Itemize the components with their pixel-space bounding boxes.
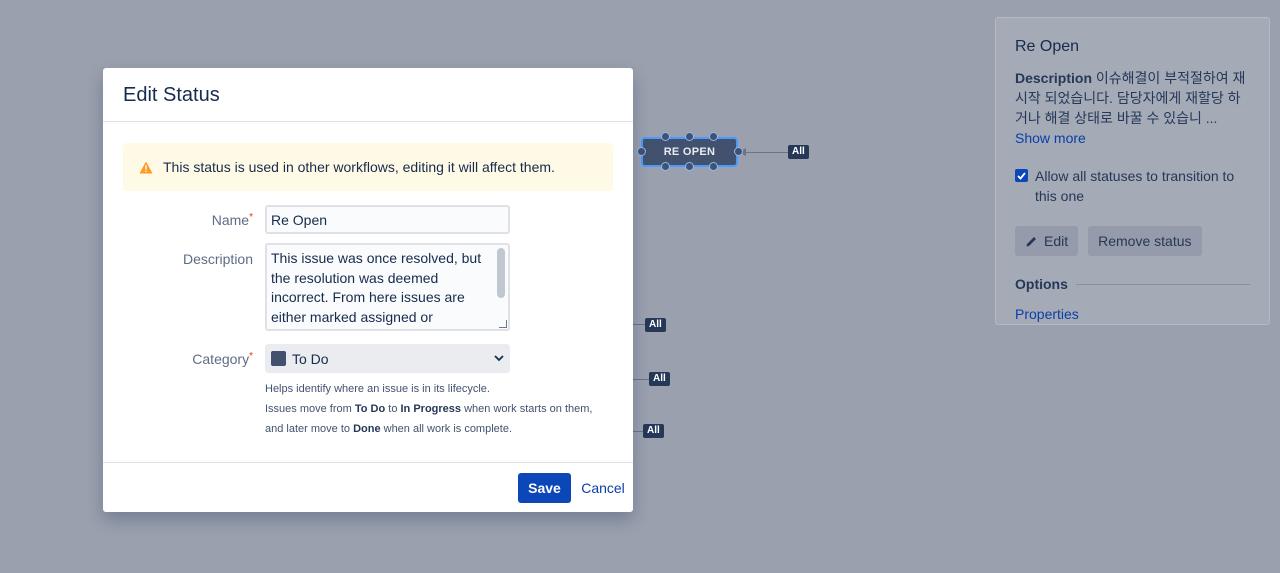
allow-all-row[interactable]: Allow all statuses to transition to this… xyxy=(1015,166,1250,206)
remove-status-button[interactable]: Remove status xyxy=(1088,226,1202,256)
shared-workflow-warning: This status is used in other workflows, … xyxy=(123,143,613,191)
required-marker: * xyxy=(249,351,253,362)
options-section: Options xyxy=(1015,276,1250,292)
transition-line xyxy=(633,379,649,380)
edit-button[interactable]: Edit xyxy=(1015,226,1079,256)
help-todo: To Do xyxy=(354,402,386,415)
pencil-icon xyxy=(1026,236,1036,246)
help-line-2: Issues move from To Do to In Progress wh… xyxy=(265,400,615,420)
remove-status-label: Remove status xyxy=(1098,233,1192,249)
category-help-text: Helps identify where an issue is in its … xyxy=(265,380,615,439)
save-button[interactable]: Save xyxy=(518,473,571,503)
edit-button-label: Edit xyxy=(1044,233,1069,249)
node-handle[interactable] xyxy=(709,132,718,141)
status-title: Re Open xyxy=(1015,38,1080,55)
help-text: and later move to xyxy=(265,422,354,435)
transition-tag-all[interactable]: All xyxy=(645,318,666,332)
resize-handle-icon[interactable] xyxy=(499,320,507,328)
description-ellipsis: ... xyxy=(1205,110,1218,126)
help-line-1: Helps identify where an issue is in its … xyxy=(265,383,490,395)
node-handle[interactable] xyxy=(709,162,718,171)
textarea-scrollbar[interactable] xyxy=(497,248,505,298)
description-label: Description xyxy=(182,251,253,267)
warning-icon xyxy=(139,161,153,173)
help-done: Done xyxy=(353,422,381,435)
options-divider xyxy=(1075,283,1250,285)
transition-line xyxy=(633,431,643,432)
node-handle[interactable] xyxy=(661,132,670,141)
help-text: Issues move from xyxy=(265,402,355,415)
node-handle[interactable] xyxy=(685,132,694,141)
checkmark-icon xyxy=(1017,171,1026,180)
transition-tag-all[interactable]: All xyxy=(649,372,670,386)
node-handle[interactable] xyxy=(661,162,670,171)
help-text: when work starts on them, xyxy=(461,402,593,415)
node-handle[interactable] xyxy=(734,147,743,156)
properties-link[interactable]: Properties xyxy=(1015,306,1079,322)
show-more-link[interactable]: Show more xyxy=(1015,130,1086,146)
status-details-panel: Re Open Description 이슈해결이 부적절하여 재시작 되었습니… xyxy=(995,17,1270,325)
transition-tag-all[interactable]: All xyxy=(643,424,664,438)
status-description: Description 이슈해결이 부적절하여 재시작 되었습니다. 담당자에게… xyxy=(1015,68,1250,148)
required-marker: * xyxy=(249,212,253,223)
edit-status-dialog: Edit Status This status is used in other… xyxy=(103,68,633,512)
category-label-text: Category xyxy=(192,351,250,367)
help-text: when all work is complete. xyxy=(380,422,513,435)
category-value: To Do xyxy=(292,350,329,367)
transition-tag-all[interactable]: All xyxy=(788,145,809,159)
category-label: Category* xyxy=(103,351,253,367)
allow-all-checkbox[interactable] xyxy=(1015,169,1028,182)
name-label: Name* xyxy=(103,212,253,228)
chevron-down-icon xyxy=(494,355,504,362)
cancel-button[interactable]: Cancel xyxy=(579,473,627,503)
category-select[interactable]: To Do xyxy=(265,344,510,373)
dialog-footer: Save Cancel xyxy=(103,462,633,512)
description-value: This issue was once resolved, but the re… xyxy=(271,250,482,325)
warning-text: This status is used in other workflows, … xyxy=(163,159,555,175)
dialog-title: Edit Status xyxy=(103,68,633,122)
node-handle[interactable] xyxy=(637,147,646,156)
node-handle[interactable] xyxy=(685,162,694,171)
help-text: to xyxy=(385,402,401,415)
help-line-3: and later move to Done when all work is … xyxy=(265,420,615,440)
options-heading: Options xyxy=(1015,276,1068,292)
allow-all-label: Allow all statuses to transition to this… xyxy=(1035,168,1235,204)
name-input[interactable] xyxy=(265,205,510,234)
help-inprogress: In Progress xyxy=(400,402,462,415)
name-label-text: Name xyxy=(211,212,250,228)
transition-line xyxy=(633,324,645,325)
status-node-label: RE OPEN xyxy=(663,146,716,158)
description-textarea[interactable]: This issue was once resolved, but the re… xyxy=(265,243,510,331)
description-label: Description xyxy=(1015,70,1093,86)
category-color-swatch xyxy=(271,351,286,366)
panel-actions: Edit Remove status xyxy=(1015,226,1250,256)
